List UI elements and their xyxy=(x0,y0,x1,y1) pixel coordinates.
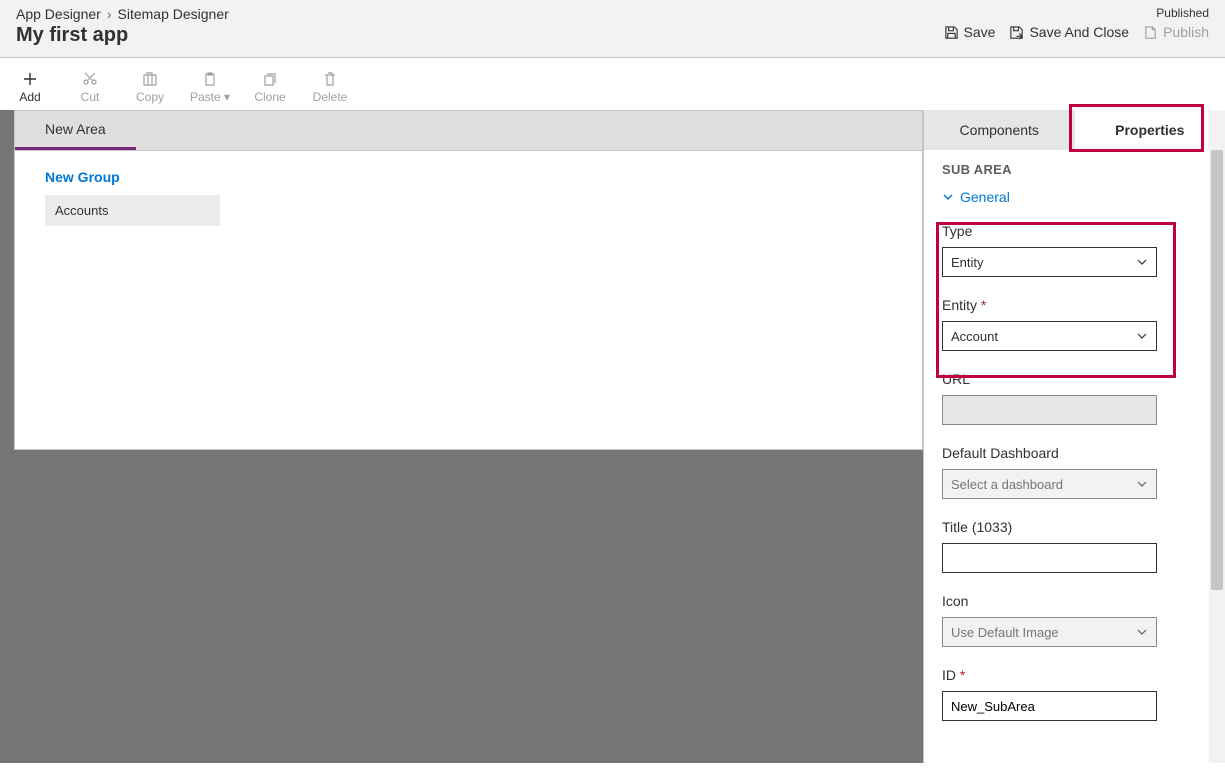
chevron-down-icon xyxy=(1136,478,1148,490)
field-dashboard: Default Dashboard Select a dashboard xyxy=(942,445,1207,499)
section-title: SUB AREA xyxy=(942,162,1207,177)
id-value[interactable] xyxy=(951,692,1148,720)
type-value: Entity xyxy=(951,255,984,270)
paste-icon xyxy=(202,70,218,88)
breadcrumb-root[interactable]: App Designer xyxy=(16,6,101,22)
header-actions: Save Save And Close Publish xyxy=(944,24,1209,40)
tab-components[interactable]: Components xyxy=(924,110,1075,150)
save-close-icon xyxy=(1009,25,1024,40)
publish-status: Published xyxy=(944,6,1209,20)
general-section-toggle[interactable]: General xyxy=(942,189,1207,205)
plus-icon xyxy=(22,70,38,88)
cut-label: Cut xyxy=(81,90,100,104)
cut-button: Cut xyxy=(60,66,120,108)
clone-icon xyxy=(262,70,278,88)
sitemap-canvas[interactable]: New Area New Group Accounts xyxy=(14,110,923,450)
publish-button: Publish xyxy=(1143,24,1209,40)
icon-value: Use Default Image xyxy=(951,625,1059,640)
add-button[interactable]: Add xyxy=(0,66,60,108)
title-value[interactable] xyxy=(951,544,1148,572)
icon-select[interactable]: Use Default Image xyxy=(942,617,1157,647)
dashboard-label: Default Dashboard xyxy=(942,445,1207,461)
app-header: App Designer › Sitemap Designer My first… xyxy=(0,0,1225,58)
save-close-label: Save And Close xyxy=(1029,24,1129,40)
properties-panel: Components Properties SUB AREA General T… xyxy=(923,110,1225,763)
paste-button: Paste ▾ xyxy=(180,66,240,108)
add-label: Add xyxy=(19,90,40,104)
general-label: General xyxy=(960,189,1010,205)
chevron-down-icon xyxy=(1136,256,1148,268)
panel-tabs: Components Properties xyxy=(924,110,1225,150)
copy-label: Copy xyxy=(136,90,164,104)
save-and-close-button[interactable]: Save And Close xyxy=(1009,24,1129,40)
toolbar: Add Cut Copy Paste ▾ Clone Delete xyxy=(0,58,1225,110)
delete-label: Delete xyxy=(313,90,348,104)
trash-icon xyxy=(322,70,338,88)
copy-icon xyxy=(142,70,158,88)
canvas-area: New Area New Group Accounts xyxy=(0,110,923,763)
delete-button: Delete xyxy=(300,66,360,108)
group-title[interactable]: New Group xyxy=(45,169,892,185)
copy-button: Copy xyxy=(120,66,180,108)
clone-button: Clone xyxy=(240,66,300,108)
field-icon: Icon Use Default Image xyxy=(942,593,1207,647)
save-button[interactable]: Save xyxy=(944,24,996,40)
clone-label: Clone xyxy=(254,90,285,104)
id-input[interactable] xyxy=(942,691,1157,721)
dashboard-placeholder: Select a dashboard xyxy=(951,477,1063,492)
breadcrumb-current: Sitemap Designer xyxy=(118,6,229,22)
save-icon xyxy=(944,25,959,40)
url-label: URL xyxy=(942,371,1207,387)
publish-label: Publish xyxy=(1163,24,1209,40)
title-input[interactable] xyxy=(942,543,1157,573)
panel-body: SUB AREA General Type Entity Entity * Ac… xyxy=(924,150,1225,763)
title-label: Title (1033) xyxy=(942,519,1207,535)
subarea-item[interactable]: Accounts xyxy=(45,195,220,226)
url-input xyxy=(942,395,1157,425)
chevron-down-icon xyxy=(1136,626,1148,638)
chevron-right-icon: › xyxy=(107,6,112,22)
field-type: Type Entity xyxy=(942,223,1207,277)
main-content: New Area New Group Accounts Components P… xyxy=(0,110,1225,763)
icon-label: Icon xyxy=(942,593,1207,609)
entity-label: Entity * xyxy=(942,297,1207,313)
area-header: New Area xyxy=(15,111,922,151)
tab-properties[interactable]: Properties xyxy=(1075,110,1225,150)
paste-label: Paste ▾ xyxy=(190,90,230,104)
field-entity: Entity * Account xyxy=(942,297,1207,351)
chevron-down-icon xyxy=(1136,330,1148,342)
field-title: Title (1033) xyxy=(942,519,1207,573)
scrollbar[interactable] xyxy=(1209,110,1225,763)
entity-value: Account xyxy=(951,329,998,344)
area-body: New Group Accounts xyxy=(15,151,922,244)
scrollbar-thumb[interactable] xyxy=(1211,150,1223,590)
id-label: ID * xyxy=(942,667,1207,683)
url-value xyxy=(951,396,1148,424)
entity-select[interactable]: Account xyxy=(942,321,1157,351)
dashboard-select[interactable]: Select a dashboard xyxy=(942,469,1157,499)
chevron-down-icon xyxy=(942,191,954,203)
field-id: ID * xyxy=(942,667,1207,721)
area-tab[interactable]: New Area xyxy=(15,111,136,150)
type-select[interactable]: Entity xyxy=(942,247,1157,277)
save-label: Save xyxy=(964,24,996,40)
scissors-icon xyxy=(82,70,98,88)
field-url: URL xyxy=(942,371,1207,425)
type-label: Type xyxy=(942,223,1207,239)
publish-icon xyxy=(1143,25,1158,40)
